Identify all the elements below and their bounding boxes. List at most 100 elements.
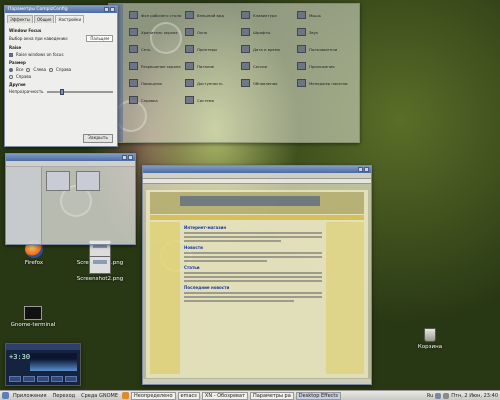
size-radio[interactable] xyxy=(9,74,13,79)
settings-item[interactable]: Обновления xyxy=(241,78,297,88)
settings-icon xyxy=(185,28,194,36)
close-icon[interactable] xyxy=(128,155,133,160)
slider-knob[interactable] xyxy=(59,88,64,95)
file-manager-body xyxy=(6,167,135,244)
article-column: Интернет-магазин Новости Статьи Последни… xyxy=(184,222,322,374)
raise-checkbox[interactable] xyxy=(9,52,13,57)
gnome-foot-icon[interactable] xyxy=(2,392,9,399)
next-button[interactable] xyxy=(65,376,77,382)
taskbar-button[interactable]: Параметры ра xyxy=(249,391,294,400)
window-controls xyxy=(104,7,115,12)
settings-item[interactable]: Разрешение экрана xyxy=(129,61,185,71)
focus-row: Выбор окна при наведении: Пальцем xyxy=(9,35,113,42)
article-headline[interactable]: Последние новости xyxy=(184,285,322,290)
compiz-preferences-dialog[interactable]: Параметры CompizConfig Эффекты Общие Нас… xyxy=(4,5,118,147)
volume-icon[interactable] xyxy=(443,392,450,399)
taskbar-button[interactable]: emacs xyxy=(177,391,200,400)
menu-system[interactable]: Среда GNOME xyxy=(79,393,120,399)
minimize-icon[interactable] xyxy=(358,167,363,172)
settings-icon xyxy=(185,11,194,19)
article-headline[interactable]: Интернет-магазин xyxy=(184,225,322,230)
settings-item[interactable]: Мышь xyxy=(297,10,353,20)
media-player-titlebar[interactable] xyxy=(6,344,80,350)
settings-item[interactable]: Пользователи xyxy=(297,44,353,54)
browser-launcher-icon[interactable] xyxy=(121,392,129,399)
keyboard-layout-indicator[interactable]: Ru xyxy=(427,393,433,399)
pause-button[interactable] xyxy=(37,376,49,382)
size-radio[interactable] xyxy=(49,67,54,72)
site-right-column xyxy=(326,222,364,374)
media-player-window[interactable]: +3:30 xyxy=(5,343,81,386)
minimize-icon[interactable] xyxy=(104,7,109,12)
minimize-icon[interactable] xyxy=(122,155,127,160)
media-time-display: +3:30 xyxy=(9,353,31,361)
close-icon[interactable] xyxy=(110,7,115,12)
desktop-icon-label: Firefox xyxy=(24,260,44,266)
taskbar-button[interactable]: Desktop Effects xyxy=(295,391,341,400)
desktop-icon-trash[interactable]: Корзина xyxy=(400,328,460,350)
settings-item[interactable]: Приложения xyxy=(297,61,353,71)
article-headline[interactable]: Новости xyxy=(184,245,322,250)
close-icon[interactable] xyxy=(364,167,369,172)
tab-effects[interactable]: Эффекты xyxy=(7,15,33,23)
settings-item[interactable]: Шрифты xyxy=(241,27,297,37)
web-page: Интернет-магазин Новости Статьи Последни… xyxy=(146,190,368,378)
file-manager-window[interactable] xyxy=(5,153,136,245)
window-controls xyxy=(358,167,369,172)
settings-item[interactable]: Менеджер пакетов xyxy=(297,78,353,88)
settings-item[interactable]: Звук xyxy=(297,27,353,37)
desktop-icon-screenshot2[interactable]: Screenshot2.png xyxy=(70,256,130,282)
settings-icon xyxy=(129,28,138,36)
focus-select[interactable]: Пальцем xyxy=(86,35,113,42)
dialog-titlebar[interactable]: Параметры CompizConfig xyxy=(5,6,117,13)
play-button[interactable] xyxy=(23,376,35,382)
desktop-icon-terminal[interactable]: Gnome-terminal xyxy=(3,306,63,328)
image-file-icon xyxy=(89,256,111,274)
menu-places[interactable]: Переход xyxy=(51,393,78,399)
taskbar-button[interactable]: XN - Обозреват xyxy=(201,391,248,400)
file-manager-titlebar[interactable] xyxy=(6,154,135,161)
settings-item[interactable]: Окна xyxy=(185,27,241,37)
tab-general[interactable]: Общие xyxy=(34,15,55,23)
browser-titlebar[interactable] xyxy=(143,166,371,173)
window-controls xyxy=(122,155,133,160)
settings-item[interactable]: Принтеры xyxy=(185,44,241,54)
clock[interactable]: Птн, 2 Июн, 23:40 xyxy=(451,393,498,399)
settings-icon xyxy=(129,62,138,70)
settings-item[interactable]: Внешний вид xyxy=(185,10,241,20)
settings-item[interactable]: Справка xyxy=(129,95,185,105)
settings-item[interactable]: Фон рабочего стола xyxy=(129,10,185,20)
network-icon[interactable] xyxy=(435,392,442,399)
menu-applications[interactable]: Приложения xyxy=(11,393,49,399)
settings-icon xyxy=(129,45,138,53)
settings-item[interactable]: Сеть xyxy=(129,44,185,54)
browser-statusbar xyxy=(143,379,371,384)
stop-button[interactable] xyxy=(51,376,63,382)
file-thumbnail[interactable] xyxy=(46,171,70,191)
size-radio[interactable] xyxy=(26,67,31,72)
settings-item[interactable]: Хранитель экрана xyxy=(129,27,185,37)
tab-settings[interactable]: Настройки xyxy=(55,15,85,23)
address-bar[interactable] xyxy=(143,179,371,184)
site-menu[interactable] xyxy=(150,215,364,220)
settings-item[interactable]: Помощник xyxy=(129,78,185,88)
previous-button[interactable] xyxy=(9,376,21,382)
settings-item[interactable]: Доступность xyxy=(185,78,241,88)
close-button[interactable]: Закрыть xyxy=(82,134,113,143)
file-thumbnail[interactable] xyxy=(76,171,100,191)
settings-icon xyxy=(241,28,250,36)
settings-item[interactable]: Система xyxy=(185,95,241,105)
control-center-window[interactable]: Фон рабочего стола Внешний вид Клавиатур… xyxy=(108,3,360,143)
settings-item[interactable]: Клавиатура xyxy=(241,10,297,20)
size-radio[interactable] xyxy=(9,67,13,72)
settings-item[interactable]: Сессии xyxy=(241,61,297,71)
opacity-slider[interactable] xyxy=(46,88,113,95)
section-heading: Другие xyxy=(9,82,26,87)
settings-icon xyxy=(241,62,250,70)
settings-item[interactable]: Дата и время xyxy=(241,44,297,54)
taskbar-button[interactable]: Неопределено xyxy=(130,391,176,400)
settings-item[interactable]: Питание xyxy=(185,61,241,71)
web-browser-window[interactable]: Интернет-магазин Новости Статьи Последни… xyxy=(142,165,372,385)
article-headline[interactable]: Статьи xyxy=(184,265,322,270)
banner-image xyxy=(180,196,320,206)
